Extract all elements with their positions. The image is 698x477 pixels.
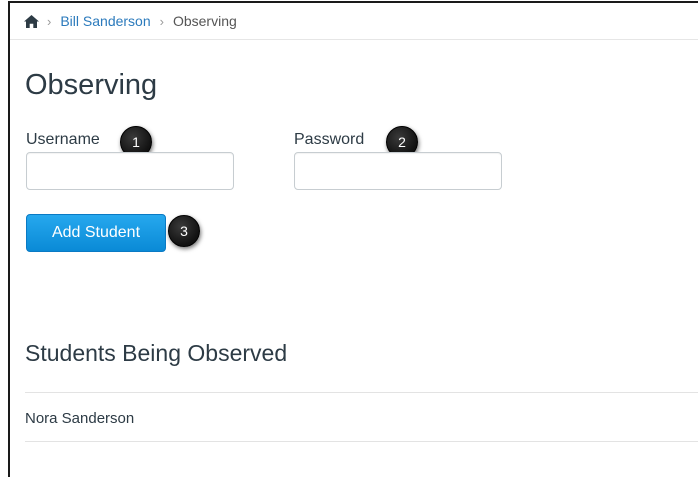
- divider: [25, 392, 698, 393]
- breadcrumb: › Bill Sanderson › Observing: [10, 3, 698, 40]
- divider: [25, 441, 698, 442]
- callout-badge-3: 3: [168, 215, 200, 247]
- username-input[interactable]: [26, 152, 234, 190]
- username-label: Username: [26, 131, 100, 148]
- home-icon[interactable]: [24, 14, 39, 28]
- breadcrumb-link-parent[interactable]: Bill Sanderson: [60, 13, 150, 29]
- password-input[interactable]: [294, 152, 502, 190]
- section-title-students: Students Being Observed: [25, 340, 288, 366]
- breadcrumb-separator-icon: ›: [47, 13, 52, 29]
- add-student-button[interactable]: Add Student: [26, 214, 166, 252]
- app-frame: › Bill Sanderson › Observing Observing U…: [8, 1, 698, 477]
- breadcrumb-current: Observing: [172, 13, 237, 29]
- password-label: Password: [294, 131, 365, 148]
- student-list-item: Nora Sanderson: [25, 410, 135, 427]
- page-title: Observing: [25, 69, 158, 101]
- breadcrumb-separator-icon: ›: [159, 13, 164, 29]
